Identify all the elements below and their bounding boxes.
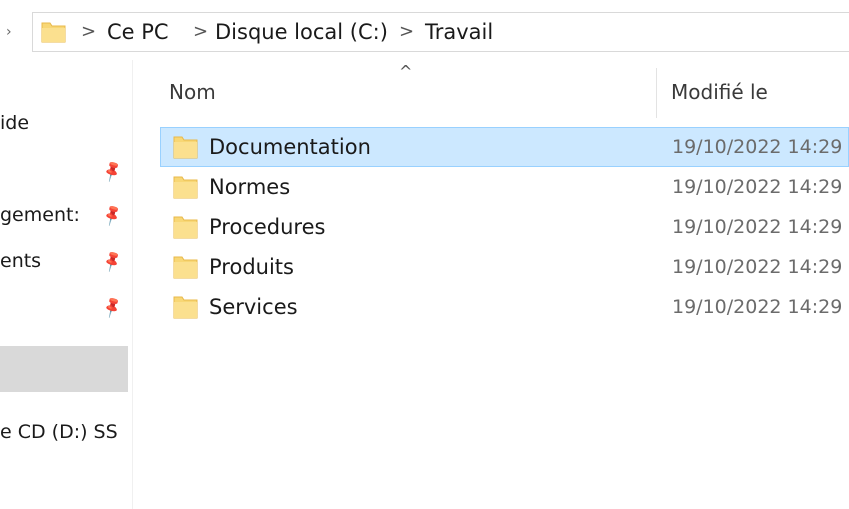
navigation-pane: ide 📌 gement: 📌 ents 📌 📌 e CD (D:) SS <box>0 60 133 509</box>
breadcrumb-local-disk[interactable]: Disque local (C:) <box>215 20 388 44</box>
file-list: Documentation 19/10/2022 14:29 Normes 19… <box>160 127 849 327</box>
column-header-modified[interactable]: Modifié le <box>671 80 768 104</box>
address-bar[interactable]: > Ce PC > Disque local (C:) > Travail <box>32 12 849 52</box>
file-modified-date: 19/10/2022 14:29 <box>672 176 843 198</box>
file-modified-date: 19/10/2022 14:29 <box>672 136 843 158</box>
breadcrumb-this-pc[interactable]: Ce PC <box>107 20 169 44</box>
folder-icon <box>173 136 198 159</box>
file-row[interactable]: Procedures 19/10/2022 14:29 <box>160 207 849 247</box>
nav-item-label: ents <box>0 250 42 272</box>
breadcrumb-separator[interactable]: > <box>81 20 96 44</box>
column-divider[interactable] <box>656 68 657 118</box>
file-modified-date: 19/10/2022 14:29 <box>672 256 843 278</box>
file-modified-date: 19/10/2022 14:29 <box>672 296 843 318</box>
file-row[interactable]: Produits 19/10/2022 14:29 <box>160 247 849 287</box>
nav-item-label: ide <box>0 112 30 134</box>
file-name: Documentation <box>209 135 371 159</box>
nav-item-label: e CD (D:) SS <box>0 421 118 443</box>
breadcrumb-travail[interactable]: Travail <box>425 20 493 44</box>
nav-item-documents[interactable]: ents 📌 <box>0 244 128 278</box>
file-name: Produits <box>209 255 294 279</box>
file-name: Normes <box>209 175 291 199</box>
folder-icon <box>41 22 66 43</box>
nav-item-quick-access[interactable]: ide <box>0 106 128 140</box>
file-name: Services <box>209 295 298 319</box>
pin-icon[interactable]: 📌 <box>96 290 128 324</box>
pin-icon[interactable]: 📌 <box>96 154 128 188</box>
pin-icon[interactable]: 📌 <box>96 198 128 232</box>
file-name: Procedures <box>209 215 326 239</box>
nav-item-cd-drive[interactable]: e CD (D:) SS <box>0 415 128 449</box>
nav-item-downloads[interactable]: gement: 📌 <box>0 198 128 232</box>
folder-icon <box>173 216 198 239</box>
folder-icon <box>173 256 198 279</box>
breadcrumb-separator[interactable]: > <box>399 20 414 44</box>
file-row[interactable]: Normes 19/10/2022 14:29 <box>160 167 849 207</box>
nav-item-pinned[interactable]: 📌 <box>0 290 128 324</box>
file-modified-date: 19/10/2022 14:29 <box>672 216 843 238</box>
nav-item-pinned[interactable]: 📌 <box>0 154 128 188</box>
pin-icon[interactable]: 📌 <box>96 244 128 278</box>
sort-ascending-icon: ^ <box>399 62 413 81</box>
column-header-name[interactable]: Nom <box>169 80 216 104</box>
folder-icon <box>173 176 198 199</box>
column-header: ^ Nom Modifié le <box>160 62 849 122</box>
nav-item-selected[interactable] <box>0 346 128 392</box>
file-row[interactable]: Documentation 19/10/2022 14:29 <box>160 127 849 167</box>
recent-locations-chevron-icon[interactable]: › <box>6 24 12 40</box>
folder-icon <box>173 296 198 319</box>
breadcrumb-separator[interactable]: > <box>193 20 208 44</box>
nav-item-label: gement: <box>0 204 80 226</box>
file-row[interactable]: Services 19/10/2022 14:29 <box>160 287 849 327</box>
